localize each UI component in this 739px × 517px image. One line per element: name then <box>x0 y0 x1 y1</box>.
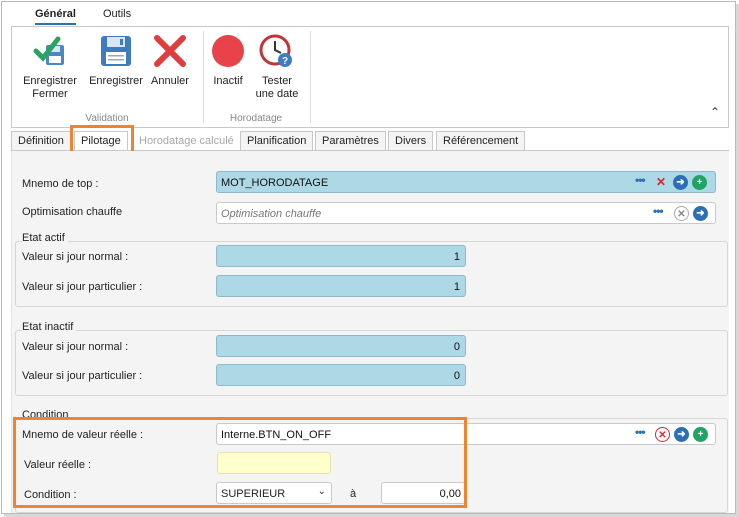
tab-pilotage[interactable]: Pilotage <box>74 131 128 151</box>
more-icon[interactable]: ••• <box>635 425 646 439</box>
save-button[interactable]: Enregistrer <box>84 33 148 88</box>
ribbon-group-separator-2 <box>310 31 311 123</box>
svg-text:?: ? <box>282 56 288 67</box>
cancel-button[interactable]: Annuler <box>148 33 192 88</box>
chevron-down-icon: ⌄ <box>317 486 326 497</box>
condition-select-value: SUPERIEUR <box>221 488 286 500</box>
real-value-label: Valeur réelle : <box>24 459 92 471</box>
clear-circle-icon[interactable]: ✕ <box>674 206 689 221</box>
add-icon[interactable]: + <box>692 175 707 190</box>
arrow-right-icon[interactable]: ➜ <box>673 175 688 190</box>
inactive-label: Inactif <box>213 75 243 87</box>
group-label-validation: Validation <box>85 113 129 124</box>
real-mnemo-value: Interne.BTN_ON_OFF <box>221 429 332 441</box>
test-date-label: Tester une date <box>255 75 299 100</box>
group-label-timestamp: Horodatage <box>229 113 283 124</box>
heating-opt-placeholder: Optimisation chauffe <box>221 208 322 220</box>
top-mnemo-value: MOT_HORODATAGE <box>221 177 329 189</box>
inactive-normal-label: Valeur si jour normal : <box>22 341 129 353</box>
real-value-field[interactable] <box>217 452 331 474</box>
ribbon-tab-general[interactable]: Général <box>35 8 76 25</box>
tab-definition[interactable]: Définition <box>11 131 71 151</box>
inactive-special-field[interactable]: 0 <box>216 364 466 386</box>
active-normal-field[interactable]: 1 <box>216 245 466 267</box>
top-mnemo-label: Mnemo de top : <box>22 178 99 190</box>
clear-circle-icon[interactable]: ✕ <box>655 427 670 442</box>
test-date-button[interactable]: ? Tester une date <box>252 33 302 101</box>
active-normal-label: Valeur si jour normal : <box>22 251 129 263</box>
add-icon[interactable]: + <box>693 427 708 442</box>
floppy-disk-icon <box>101 36 131 66</box>
more-icon[interactable]: ••• <box>653 204 664 218</box>
more-icon[interactable]: ••• <box>635 173 646 187</box>
tab-parametres[interactable]: Paramètres <box>315 131 386 151</box>
ribbon-tab-tools[interactable]: Outils <box>103 8 131 20</box>
heating-opt-label: Optimisation chauffe <box>22 206 123 218</box>
condition-select[interactable]: SUPERIEUR ⌄ <box>216 482 332 504</box>
clock-question-icon: ? <box>259 34 292 67</box>
threshold-field[interactable]: 0,00 <box>381 482 467 504</box>
inactive-state-title: Etat inactif <box>22 321 77 333</box>
save-close-button[interactable]: Enregistrer Fermer <box>18 33 82 101</box>
arrow-right-icon[interactable]: ➜ <box>693 206 708 221</box>
save-close-icon <box>33 36 64 65</box>
arrow-right-icon[interactable]: ➜ <box>674 427 689 442</box>
real-mnemo-label: Mnemo de valeur réelle : <box>22 429 144 441</box>
condition-label: Condition : <box>24 489 77 501</box>
tab-horodatage-calcule: Horodatage calculé <box>139 135 234 147</box>
real-mnemo-field[interactable]: Interne.BTN_ON_OFF ••• ✕ ➜ + <box>216 423 716 445</box>
inactive-special-label: Valeur si jour particulier : <box>22 370 143 382</box>
tab-referencement[interactable]: Référencement <box>436 131 526 151</box>
collapse-ribbon-icon[interactable]: ⌃ <box>710 105 720 119</box>
condition-title: Condition <box>22 409 72 421</box>
top-mnemo-field[interactable]: MOT_HORODATAGE ••• ✕ ➜ + <box>216 171 716 193</box>
to-label: à <box>350 488 357 500</box>
pilotage-panel: Mnemo de top : MOT_HORODATAGE ••• ✕ ➜ + … <box>11 151 729 513</box>
save-label: Enregistrer <box>89 75 143 87</box>
save-close-label: Enregistrer Fermer <box>23 75 77 100</box>
heating-opt-field[interactable]: Optimisation chauffe ••• ✕ ➜ <box>216 202 716 224</box>
clear-icon[interactable]: ✕ <box>656 175 666 189</box>
inactive-button[interactable]: Inactif <box>208 33 248 88</box>
cancel-label: Annuler <box>151 75 189 87</box>
red-circle-icon <box>212 35 244 67</box>
active-special-label: Valeur si jour particulier : <box>22 281 143 293</box>
tab-divers[interactable]: Divers <box>388 131 434 151</box>
tab-planification[interactable]: Planification <box>240 131 314 151</box>
ribbon: Enregistrer Fermer Enregistrer Annuler V… <box>11 26 729 128</box>
ribbon-group-separator <box>203 31 204 123</box>
window: Général Outils Enregistrer Fermer Enregi… <box>1 1 736 514</box>
inactive-normal-field[interactable]: 0 <box>216 335 466 357</box>
cancel-x-icon <box>154 35 186 67</box>
active-special-field[interactable]: 1 <box>216 275 466 297</box>
active-state-title: Etat actif <box>22 232 68 244</box>
